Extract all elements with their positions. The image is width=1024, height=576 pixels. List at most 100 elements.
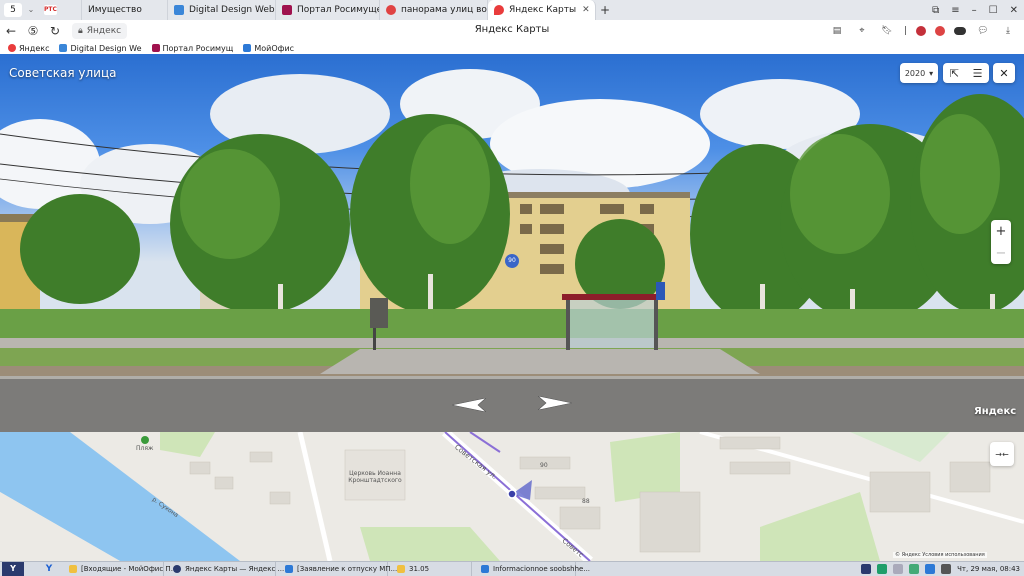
divider: | [903,26,907,36]
house-number-marker[interactable]: 90 [505,254,519,268]
chat-icon[interactable]: 💬︎ [975,23,991,39]
map-pin-icon [494,5,504,15]
tab-property[interactable]: Имущество [82,0,168,20]
download-icon[interactable]: ⤓ [1000,23,1016,39]
zoom-in-button[interactable]: + [991,220,1011,242]
tab-label: Digital Design Web Client [189,5,275,15]
tab-label: Портал Росимущества [297,5,379,15]
zoom-control: + − [991,220,1011,264]
k-tray-icon[interactable] [877,564,888,574]
extension-icon[interactable] [935,26,945,36]
location-icon[interactable]: ⌖ [854,23,870,39]
clock[interactable]: Чт, 29 мая, 08:43 [957,565,1020,573]
yandex-browser-icon [173,565,181,573]
tab-counter[interactable]: 5 [4,3,22,17]
bookmarks-bar: Яндекс Digital Design We Портал Росимущ … [0,42,1024,54]
tab-rts[interactable]: РТС [38,0,82,20]
folder-icon [69,565,77,573]
task-label: 31.05 [409,565,430,573]
tab-label: панорама улиц волого… [401,5,487,15]
rts-icon: РТС [44,5,57,15]
panorama-scene [0,69,1024,432]
extension-icon[interactable] [916,26,926,36]
address-bar-row: ← ⑤ ↻ 🔒︎ Яндекс Яндекс Карты ▤ ⌖ 🔖︎ | 💬︎… [0,20,1024,42]
yandex-search-icon [386,5,396,15]
reload-icon[interactable]: ↻ [44,24,66,38]
task-folder-3105[interactable]: 31.05 [392,562,472,576]
lock-icon: 🔒︎ [78,26,83,36]
yandex-icon [8,44,16,52]
task-label: Informacionnoe soobshhe... [493,565,591,573]
address-text: Яндекс [86,26,122,36]
bookmark-rosim[interactable]: Портал Росимущ [151,44,233,53]
yandex-tray-icon[interactable] [861,564,872,574]
browser-tab-bar: 5 ⌄ РТС Имущество Digital Design Web Cli… [0,0,1024,20]
bookmark-yandex[interactable]: Яндекс [8,44,49,53]
tab-list-icon[interactable]: ⌄ [24,3,38,17]
task-label: [Входящие - МойОфис П... [81,565,178,573]
year-value: 2020 [904,68,926,78]
address-field[interactable]: 🔒︎ Яндекс [72,23,128,39]
rosim-icon [151,44,160,52]
browser-toolbar: ▤ ⌖ 🔖︎ | 💬︎ ⤓ [829,23,1016,39]
map-copyright[interactable]: © Яндекс Условия использования [893,552,987,558]
expand-icon: →← [995,449,1009,459]
house-label: 90 [540,462,548,469]
volume-tray-icon[interactable] [941,564,952,574]
collections-icon[interactable]: ⧉ [932,5,939,16]
bookmark-myoffice[interactable]: МойОфис [243,44,294,53]
task-label: [Заявление к отпуску МП... [297,565,398,573]
task-info-message[interactable]: Informacionnoe soobshhe... [476,562,590,576]
move-right-arrow-icon[interactable] [538,396,572,410]
myoffice-icon [243,44,252,52]
zoom-out-button[interactable]: − [991,242,1011,264]
tab-label: Яндекс Карты [509,5,577,15]
year-select[interactable]: 2020 ▾ [900,63,938,83]
tab-search-panorama[interactable]: панорама улиц волого… [380,0,488,20]
back-arrow-icon[interactable]: ← [0,24,22,38]
new-tab-button[interactable]: + [596,3,614,17]
bookmark-label: Яндекс [19,43,50,53]
close-window-icon[interactable]: ✕ [1010,5,1018,16]
tab-rosim-portal[interactable]: Портал Росимущества [276,0,380,20]
bookmark-digital-design[interactable]: Digital Design We [59,44,142,53]
maximize-icon[interactable]: ☐ [989,5,998,16]
church-label: Церковь Иоанна Кронштадтского [348,470,402,484]
close-icon: ✕ [999,66,1009,80]
reader-icon[interactable]: ▤ [829,23,845,39]
task-label: Яндекс Карты — Яндекс ... [185,565,285,573]
lang-tray-icon[interactable] [893,564,904,574]
move-left-arrow-icon[interactable] [452,398,486,412]
document-icon [481,565,489,573]
protect-icon[interactable]: ⑤ [22,24,44,38]
tab-label: Имущество [88,5,142,15]
menu-icon[interactable]: ≡ [951,5,959,16]
task-vacation-doc[interactable]: [Заявление к отпуску МП... [280,562,397,576]
share-icon[interactable]: ⇱ [943,63,966,83]
minimize-icon[interactable]: – [972,5,977,16]
hat-icon[interactable] [954,27,966,35]
close-tab-icon[interactable]: ✕ [582,5,590,15]
start-button[interactable]: Y [2,562,24,576]
tab-digital-design[interactable]: Digital Design Web Client [168,0,276,20]
digital-design-icon [174,5,184,15]
street-name: Советская улица [9,66,117,80]
house-label: 88 [582,498,590,505]
mail-tray-icon[interactable] [925,564,936,574]
yandex-watermark: Яндекс [974,406,1017,417]
beach-label: Пляж [136,445,154,452]
network-tray-icon[interactable] [909,564,920,574]
task-myoffice-mail[interactable]: [Входящие - МойОфис П... [64,562,177,576]
tab-yandex-maps[interactable]: Яндекс Карты ✕ [488,0,596,20]
close-panorama-button[interactable]: ✕ [993,63,1015,83]
window-controls: ⧉ ≡ – ☐ ✕ [932,0,1018,20]
menu-icon[interactable]: ☰ [966,63,989,83]
task-yandex-maps[interactable]: Яндекс Карты — Яндекс ... [168,562,284,576]
yandex-launcher-icon[interactable]: Y [38,562,60,576]
bookmark-icon[interactable]: 🔖︎ [879,23,895,39]
expand-map-button[interactable]: →← [990,442,1014,466]
chevron-down-icon: ▾ [929,68,934,78]
street-panorama[interactable]: 90 Советская улица 2020 ▾ ⇱ ☰ ✕ + − Янде… [0,54,1024,432]
folder-icon [397,565,405,573]
mini-map[interactable]: Пляж р. Сухона Церковь Иоанна Кронштадтс… [0,432,1024,561]
